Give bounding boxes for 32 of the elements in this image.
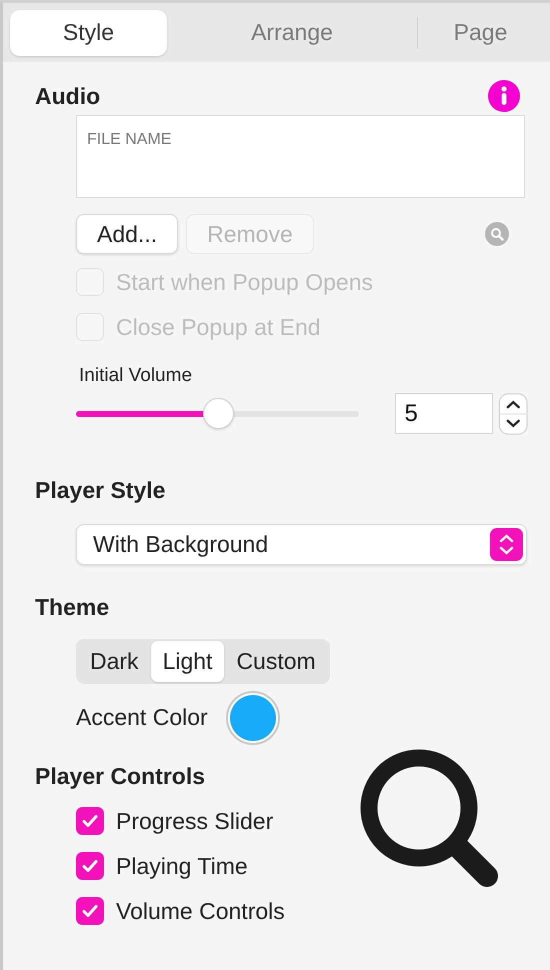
volume-slider[interactable] — [76, 398, 360, 428]
section-heading: Audio — [35, 82, 100, 111]
theme-option[interactable]: Custom — [224, 640, 328, 682]
checkbox-label: Start when Popup Opens — [116, 268, 373, 297]
file-list[interactable]: FILE NAME — [76, 115, 525, 198]
tab[interactable]: Arrange — [167, 10, 417, 56]
theme-option[interactable]: Dark — [78, 640, 151, 682]
accent-color-swatch[interactable] — [230, 694, 276, 740]
checkbox[interactable] — [76, 852, 104, 880]
magnifier-icon — [360, 748, 500, 888]
stepper-icon[interactable] — [499, 392, 528, 434]
checkbox-label: Progress Slider — [116, 806, 274, 836]
checkbox-label: Volume Controls — [116, 896, 285, 926]
field-label: Initial Volume — [79, 364, 194, 388]
theme-segmented-control[interactable]: Dark Light Custom — [76, 638, 330, 684]
action-button[interactable]: Add... — [76, 214, 178, 254]
search-icon[interactable] — [485, 222, 509, 246]
tab[interactable]: Style — [10, 10, 167, 56]
checkbox[interactable] — [76, 897, 104, 925]
chevrons-icon — [490, 528, 523, 561]
volume-field[interactable]: 5 — [395, 393, 494, 434]
checkbox-label: Close Popup at End — [116, 312, 321, 342]
checkbox-label: Playing Time — [116, 852, 248, 881]
tab[interactable]: Page — [418, 10, 543, 56]
section-heading: Player Controls — [35, 762, 206, 791]
field-label: Accent Color — [76, 703, 208, 732]
info-icon[interactable] — [488, 80, 520, 112]
section-heading: Player Style — [35, 476, 166, 505]
theme-option[interactable]: Light — [150, 640, 224, 682]
checkbox[interactable] — [76, 807, 104, 835]
player-style-dropdown[interactable]: With Background — [76, 524, 527, 565]
section-heading: Theme — [35, 593, 110, 622]
